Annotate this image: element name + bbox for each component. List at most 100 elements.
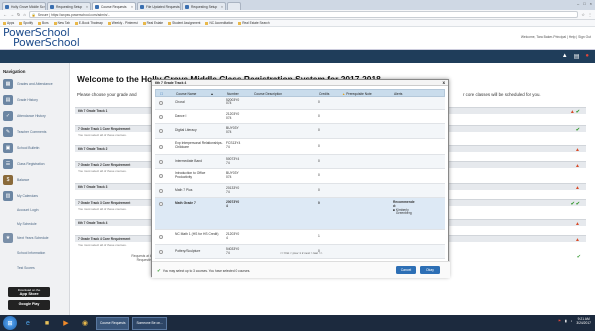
table-row[interactable]: Intermediate Band 50073Y4 74 0 bbox=[155, 155, 445, 169]
column-prereq[interactable]: ▲ Prerequisite Note bbox=[342, 90, 372, 97]
sidebar-item-school-info[interactable]: School Information bbox=[3, 246, 67, 260]
bookmark-item[interactable]: Real Estate bbox=[142, 21, 163, 25]
tab-close-icon[interactable]: × bbox=[180, 5, 181, 9]
print-icon[interactable]: ▤ bbox=[574, 53, 580, 60]
column-credits[interactable]: Credits bbox=[319, 90, 329, 97]
browser-tab-1[interactable]: Holly Grove Middle Sc × bbox=[2, 2, 46, 10]
registration-icon: ☰ bbox=[3, 159, 13, 169]
status-warn-icon: ▲ bbox=[575, 220, 580, 227]
reload-icon[interactable]: ↻ bbox=[17, 12, 20, 17]
row-select-radio[interactable] bbox=[159, 160, 163, 164]
row-select-radio[interactable] bbox=[159, 145, 163, 149]
ie-icon[interactable]: e bbox=[20, 317, 36, 330]
forward-icon[interactable]: → bbox=[10, 12, 14, 17]
sidebar-item-balance[interactable]: $ Balance bbox=[3, 173, 67, 187]
row-select-radio[interactable] bbox=[159, 235, 163, 239]
login-icon bbox=[3, 205, 13, 215]
row-select-radio[interactable] bbox=[159, 174, 163, 178]
sidebar-item-attendance[interactable]: ✓ Attendance History bbox=[3, 109, 67, 123]
column-description[interactable]: Course Description bbox=[254, 90, 282, 97]
tab-close-icon[interactable]: × bbox=[221, 5, 223, 9]
sidebar-item-account-login[interactable]: Account Login bbox=[3, 203, 67, 217]
sidebar-item-test-scores[interactable]: Test Scores bbox=[3, 261, 67, 275]
media-icon[interactable]: ▶ bbox=[58, 317, 74, 330]
table-row[interactable]: Digital Literacy BUY03Y 074 0 bbox=[155, 124, 445, 139]
powerschool-logo[interactable]: PowerSchool PowerSchool bbox=[3, 27, 80, 48]
network-icon[interactable]: ▮ bbox=[565, 319, 567, 323]
row-select-radio[interactable] bbox=[159, 129, 163, 133]
close-icon[interactable]: x bbox=[442, 80, 445, 86]
start-button-icon[interactable]: ⊞ bbox=[3, 316, 17, 330]
bookmark-item[interactable]: New Tab bbox=[53, 21, 70, 25]
bookmark-item[interactable]: Real Estate Search bbox=[238, 21, 270, 25]
favicon-icon bbox=[185, 4, 189, 9]
table-row[interactable]: Introduction to Office Productivity BUY0… bbox=[155, 169, 445, 184]
home-icon[interactable]: ▲ bbox=[562, 53, 568, 60]
cancel-button[interactable]: Cancel bbox=[396, 266, 416, 274]
star-icon[interactable]: ☆ bbox=[581, 12, 585, 17]
row-select-radio[interactable] bbox=[159, 189, 163, 193]
row-select-radio[interactable] bbox=[159, 250, 163, 254]
pagination[interactable]: << first < prev 1 2 next > last >> bbox=[280, 251, 322, 255]
intro-text-left: Please choose your grade and bbox=[77, 92, 137, 97]
okay-button[interactable]: Okay bbox=[420, 266, 440, 274]
table-row[interactable]: Exp Interpersonal Relationships-Childcar… bbox=[155, 139, 445, 155]
browser-tab-2[interactable]: Requesting Setup × bbox=[47, 2, 91, 10]
bookmark-item[interactable]: Weekly - Pinterest bbox=[107, 21, 138, 25]
tab-close-icon[interactable]: × bbox=[131, 5, 133, 9]
app-store-badge[interactable]: Download on the App Store bbox=[8, 287, 50, 297]
close-window-icon[interactable]: × bbox=[590, 1, 592, 6]
bookmark-item[interactable]: NC Accreditation bbox=[205, 21, 233, 25]
bookmark-item[interactable]: Spotify bbox=[19, 21, 33, 25]
folder-icon[interactable]: ■ bbox=[39, 317, 55, 330]
sidebar-item-registration[interactable]: ☰ Class Registration bbox=[3, 157, 67, 171]
browser-tab-3[interactable]: Course Requests × bbox=[92, 2, 136, 10]
tab-close-icon[interactable]: × bbox=[44, 5, 45, 9]
row-select-radio[interactable] bbox=[159, 101, 163, 105]
bookmark-item[interactable]: Apps bbox=[3, 21, 14, 25]
table-row[interactable]: Dance I 21203Y0 074 0 bbox=[155, 110, 445, 124]
column-course-name[interactable]: Course Name ▲ bbox=[176, 90, 214, 97]
sidebar-item-bulletin[interactable]: ▣ School Bulletin bbox=[3, 141, 67, 155]
tab-close-icon[interactable]: × bbox=[86, 5, 88, 9]
bookmark-item[interactable]: E-Book Thatmap bbox=[74, 21, 103, 25]
table-row[interactable]: Choral 52003Y0 074 0 bbox=[155, 97, 445, 110]
url-field[interactable]: 🔒 Secure | https://wcpss.powerschool.com/… bbox=[28, 11, 579, 18]
taskbar-app-course-requests[interactable]: Course Requests bbox=[96, 316, 130, 330]
bookmark-item[interactable]: Student Assignment bbox=[168, 21, 200, 25]
minimize-icon[interactable]: – bbox=[577, 1, 579, 6]
volume-icon[interactable]: ♪ bbox=[571, 319, 573, 323]
browser-tab-5[interactable]: Requesting Setup × bbox=[182, 2, 226, 10]
sidebar-item-grade-history[interactable]: ▤ Grade History bbox=[3, 93, 67, 107]
favicon-icon bbox=[50, 4, 54, 9]
sidebar-item-my-schedule[interactable]: My Schedule bbox=[3, 217, 67, 231]
column-number[interactable]: Number bbox=[227, 90, 239, 97]
schedule-icon bbox=[3, 219, 13, 229]
bookmark-item[interactable]: Bors bbox=[38, 21, 49, 25]
chrome-icon[interactable]: ◉ bbox=[77, 317, 93, 330]
flag-icon[interactable]: ⚑ bbox=[558, 319, 561, 323]
clock[interactable]: 9:21 AM 3/24/2017 bbox=[576, 317, 591, 325]
bulletin-icon: ▣ bbox=[3, 143, 13, 153]
taskbar-app-other[interactable]: Someone Be on... bbox=[132, 316, 167, 330]
menu-icon[interactable]: ⋮ bbox=[588, 12, 592, 17]
google-play-badge[interactable]: Google Play bbox=[8, 300, 50, 310]
sidebar-item-next-schedule[interactable]: ★ Next Years Schedule bbox=[3, 231, 67, 245]
browser-tab-4[interactable]: File Updated Requests× bbox=[137, 2, 181, 10]
table-row[interactable]: Math Grade 7 20073Y0 4 0 Recommende d: ■ … bbox=[155, 198, 445, 230]
new-tab-button[interactable] bbox=[227, 2, 241, 10]
column-alerts[interactable]: Alerts bbox=[394, 90, 402, 97]
sidebar-item-grades[interactable]: ▦ Grades and Attendance bbox=[3, 77, 67, 91]
table-row[interactable]: Math 7 Plus 20133Y0 74 0 bbox=[155, 184, 445, 198]
home-icon[interactable]: ⌂ bbox=[23, 12, 25, 17]
row-select-radio[interactable] bbox=[159, 202, 163, 206]
table-row[interactable]: NC Math 1 (HS for HS Credit) 21203Y0 4 1 bbox=[155, 230, 445, 245]
sidebar-item-calendars[interactable]: ▥ My Calendars bbox=[3, 189, 67, 203]
alert-icon[interactable]: ● bbox=[585, 53, 589, 60]
bookmark-icon bbox=[74, 21, 78, 25]
row-select-radio[interactable] bbox=[159, 115, 163, 119]
back-icon[interactable]: ← bbox=[3, 12, 7, 17]
welcome-links[interactable]: Welcome, Tara Baker-Principal | Help | S… bbox=[521, 35, 591, 39]
sidebar-item-comments[interactable]: ✎ Teacher Comments bbox=[3, 125, 67, 139]
maximize-icon[interactable]: □ bbox=[583, 1, 585, 6]
